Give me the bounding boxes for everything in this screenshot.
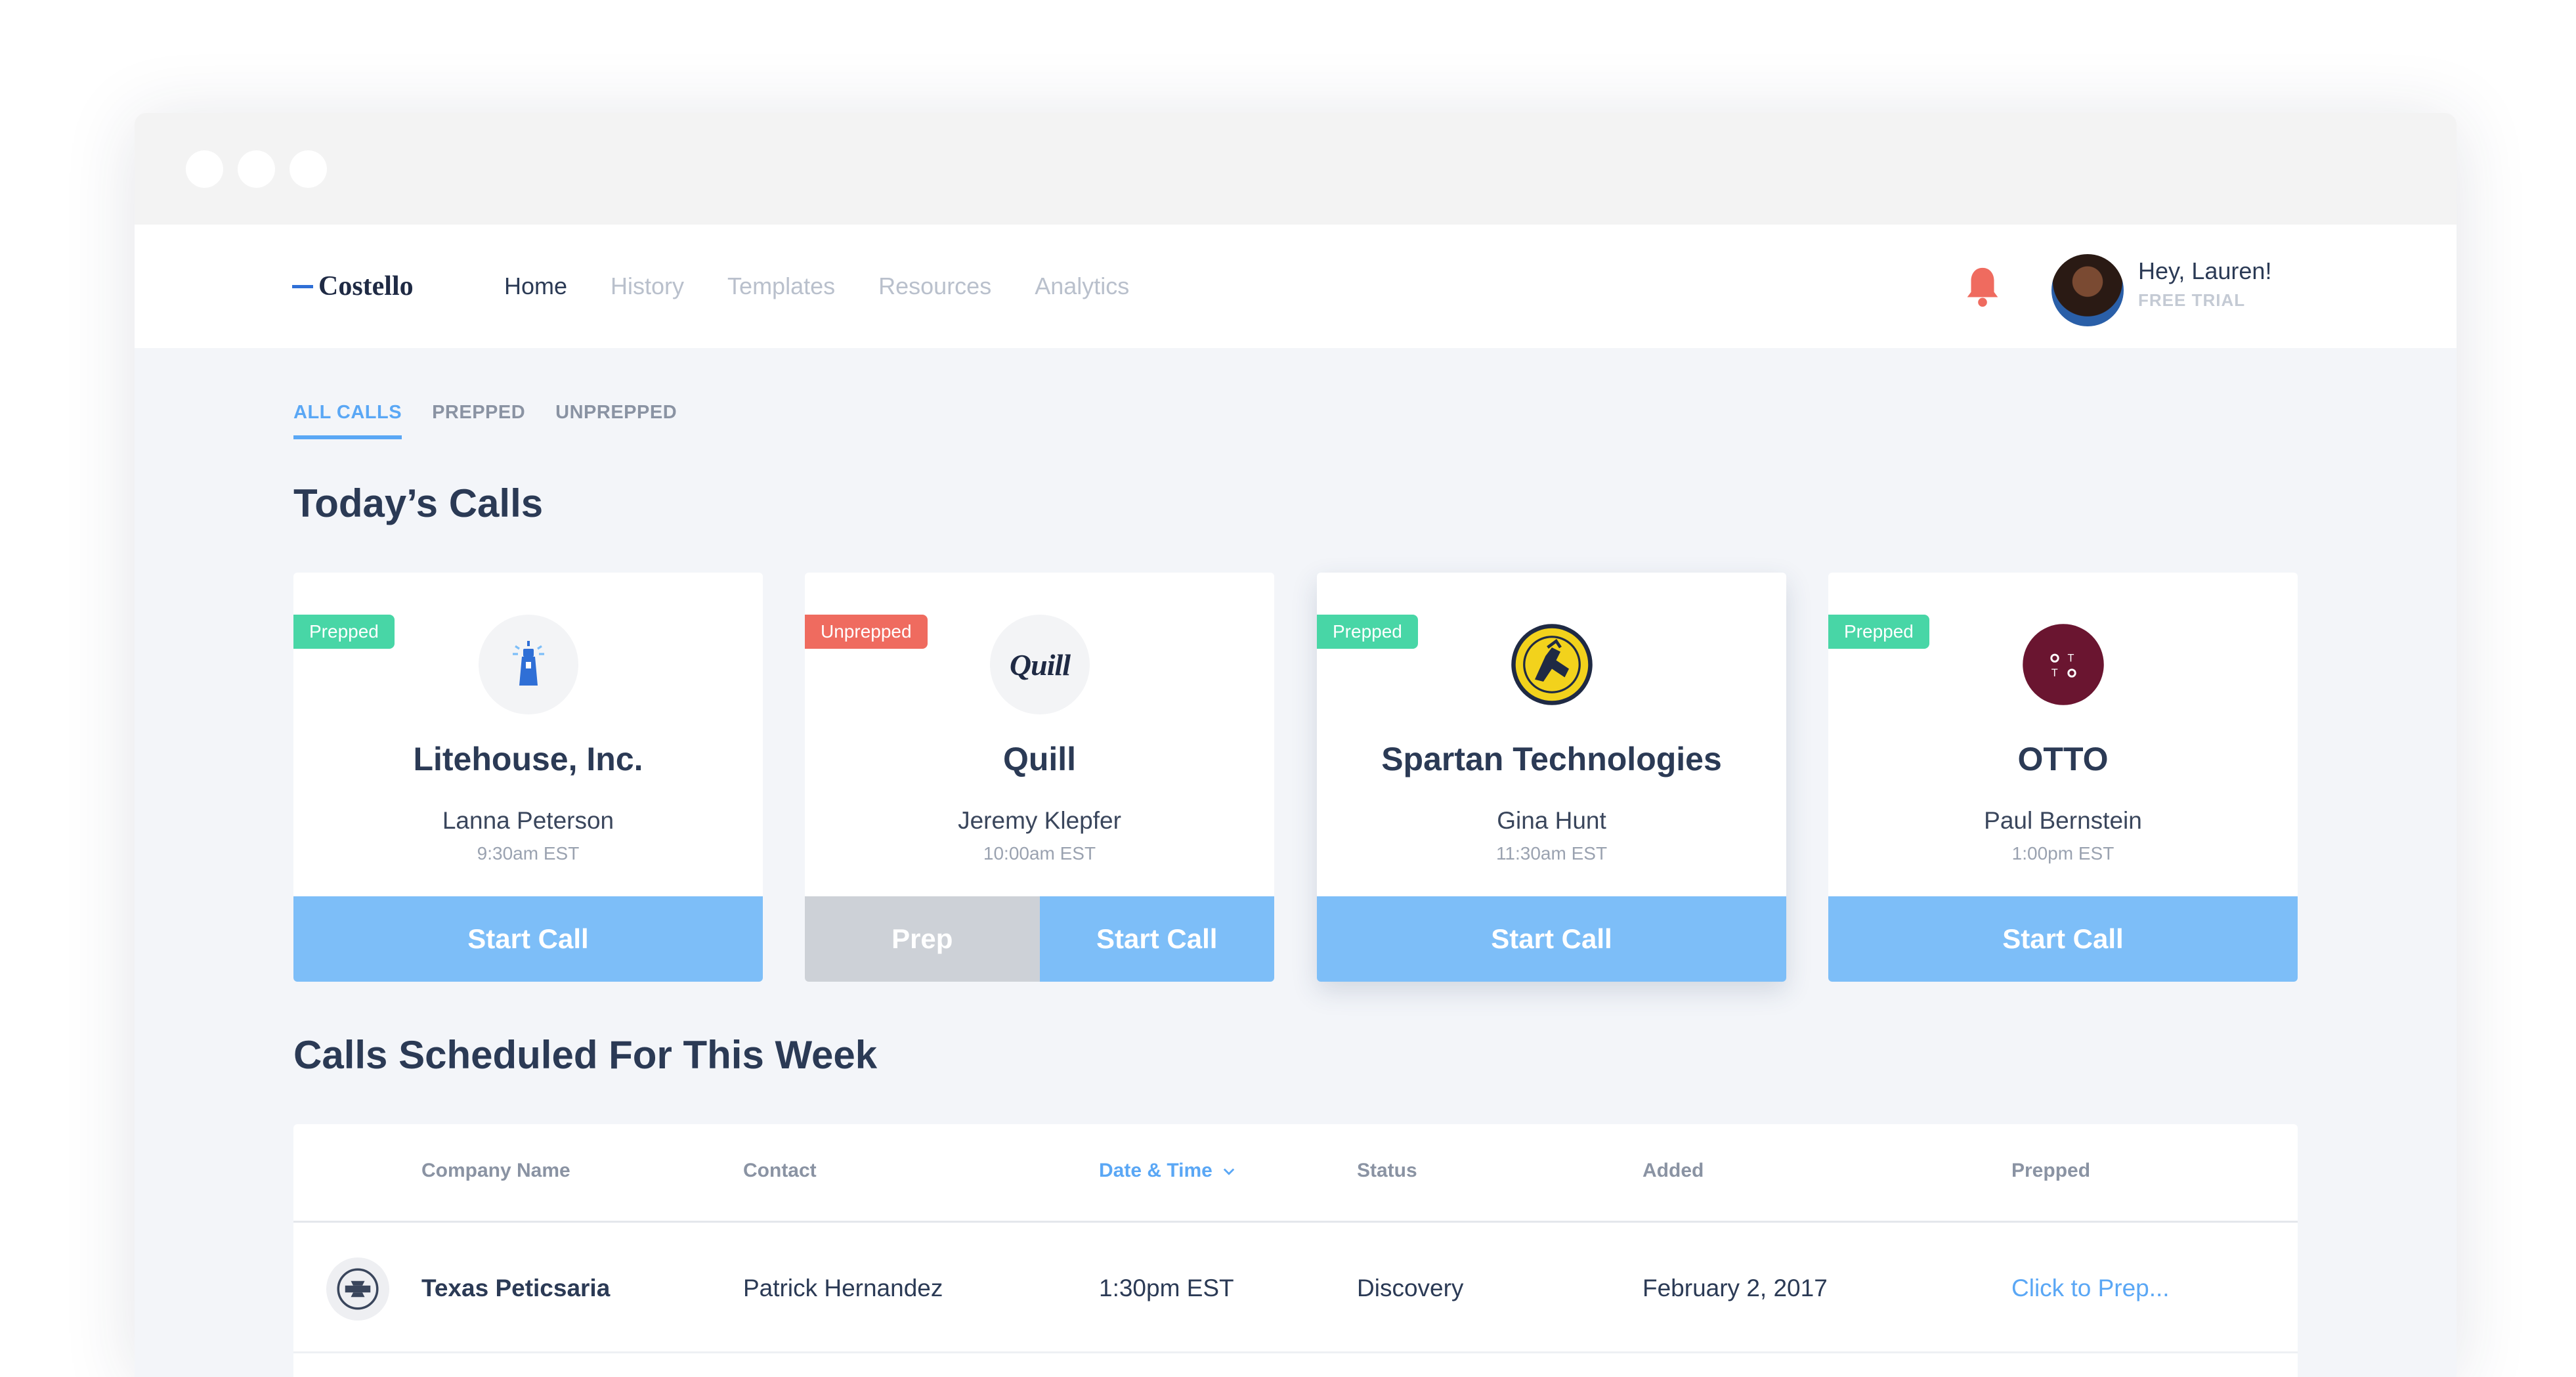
window-maximize-dot[interactable] [290,150,327,188]
call-card-otto[interactable]: Prepped T T OTTO Paul Bernstein 1:00pm E… [1828,573,2298,982]
call-time: 11:30am EST [1495,843,1608,863]
call-card-spartan[interactable]: Prepped Spartan Technologies Gina Hunt 1… [1317,573,1786,982]
call-filter-tabs: ALL CALLS PREPPED UNPREPPED [293,402,677,439]
user-avatar[interactable] [2051,254,2124,326]
row-company: Texas Peticsaria [421,1275,611,1301]
nav-analytics[interactable]: Analytics [1035,273,1129,300]
main-menu: Home History Templates Resources Analyti… [504,265,1129,307]
nav-history[interactable]: History [611,273,684,300]
status-badge: Unprepped [805,615,928,649]
window-minimize-dot[interactable] [238,150,275,188]
company-logo [479,615,578,714]
quill-wordmark: Quill [1009,647,1071,682]
notification-bell-icon[interactable] [1963,264,2002,310]
start-call-button[interactable]: Start Call [1828,896,2298,982]
column-status[interactable]: Status [1357,1160,1417,1182]
contact-name: Jeremy Klepfer [958,807,1121,834]
texas-peticsaria-emblem-icon [337,1268,379,1310]
company-logo [326,1257,389,1321]
call-card-litehouse[interactable]: Prepped Litehouse, Inc. Lanna Peterson 9… [293,573,763,982]
call-time: 10:00am EST [983,843,1096,863]
company-logo [1502,615,1602,714]
call-time: 9:30am EST [477,843,580,863]
status-badge: Prepped [1828,615,1929,649]
company-logo: Quill [990,615,1090,714]
company-logo: T T [2013,615,2113,714]
card-actions: Start Call [1317,896,1786,982]
column-date-time-label: Date & Time [1099,1160,1213,1181]
company-name: Quill [1002,741,1077,777]
user-greeting: Hey, Lauren! [2138,257,2272,284]
spartan-emblem-icon [1511,624,1593,705]
prep-button[interactable]: Prep [805,896,1040,982]
row-datetime: 1:30pm EST [1099,1275,1234,1301]
start-call-button[interactable]: Start Call [293,896,763,982]
table-header: Company Name Contact Date & Time Status … [293,1124,2298,1223]
lighthouse-icon [513,641,544,686]
table-row[interactable]: Texas Peticsaria Patrick Hernandez 1:30p… [293,1225,2298,1353]
column-added[interactable]: Added [1642,1160,1704,1182]
column-prepped[interactable]: Prepped [2011,1160,2090,1182]
window-close-dot[interactable] [186,150,223,188]
week-calls-heading: Calls Scheduled For This Week [293,1033,878,1077]
call-time: 1:00pm EST [2011,843,2114,863]
start-call-button[interactable]: Start Call [1317,896,1786,982]
top-nav: Costello Home History Templates Resource… [135,225,2457,348]
browser-window: Costello Home History Templates Resource… [135,113,2457,1377]
svg-text:T: T [2068,652,2074,664]
brand-logo[interactable]: Costello [292,265,414,307]
company-name: Litehouse, Inc. [413,741,643,777]
contact-name: Gina Hunt [1497,807,1606,834]
tab-all-calls[interactable]: ALL CALLS [293,402,402,439]
row-contact: Patrick Hernandez [743,1275,943,1301]
column-company-name[interactable]: Company Name [421,1160,570,1182]
status-badge: Prepped [1317,615,1418,649]
row-status: Discovery [1357,1275,1464,1301]
tab-prepped[interactable]: PREPPED [432,402,525,439]
contact-name: Paul Bernstein [1984,807,2142,834]
company-name: OTTO [2017,741,2109,777]
nav-templates[interactable]: Templates [727,273,835,300]
nav-home[interactable]: Home [504,273,567,300]
row-added: February 2, 2017 [1642,1275,1828,1301]
contact-name: Lanna Peterson [442,807,614,834]
card-actions: Start Call [293,896,763,982]
brand-name: Costello [318,271,414,301]
column-date-time[interactable]: Date & Time [1099,1160,1235,1182]
window-chrome [135,113,2457,225]
card-actions: Start Call [1828,896,2298,982]
card-actions: Prep Start Call [805,896,1274,982]
todays-calls-heading: Today’s Calls [293,481,544,525]
otto-dots-icon: T T [2023,624,2104,705]
scheduled-calls-table: Company Name Contact Date & Time Status … [293,1124,2298,1377]
tab-unprepped[interactable]: UNPREPPED [555,402,677,439]
status-badge: Prepped [293,615,395,649]
column-contact[interactable]: Contact [743,1160,817,1182]
call-card-quill[interactable]: Unprepped Quill Quill Jeremy Klepfer 10:… [805,573,1274,982]
company-name: Spartan Technologies [1381,741,1722,777]
click-to-prep-link[interactable]: Click to Prep... [2011,1275,2170,1302]
nav-resources[interactable]: Resources [878,273,991,300]
start-call-button[interactable]: Start Call [1039,896,1274,982]
plan-label: FREE TRIAL [2138,290,2246,310]
svg-text:T: T [2051,667,2058,679]
logo-dash [292,284,313,288]
chevron-down-icon [1223,1168,1235,1175]
